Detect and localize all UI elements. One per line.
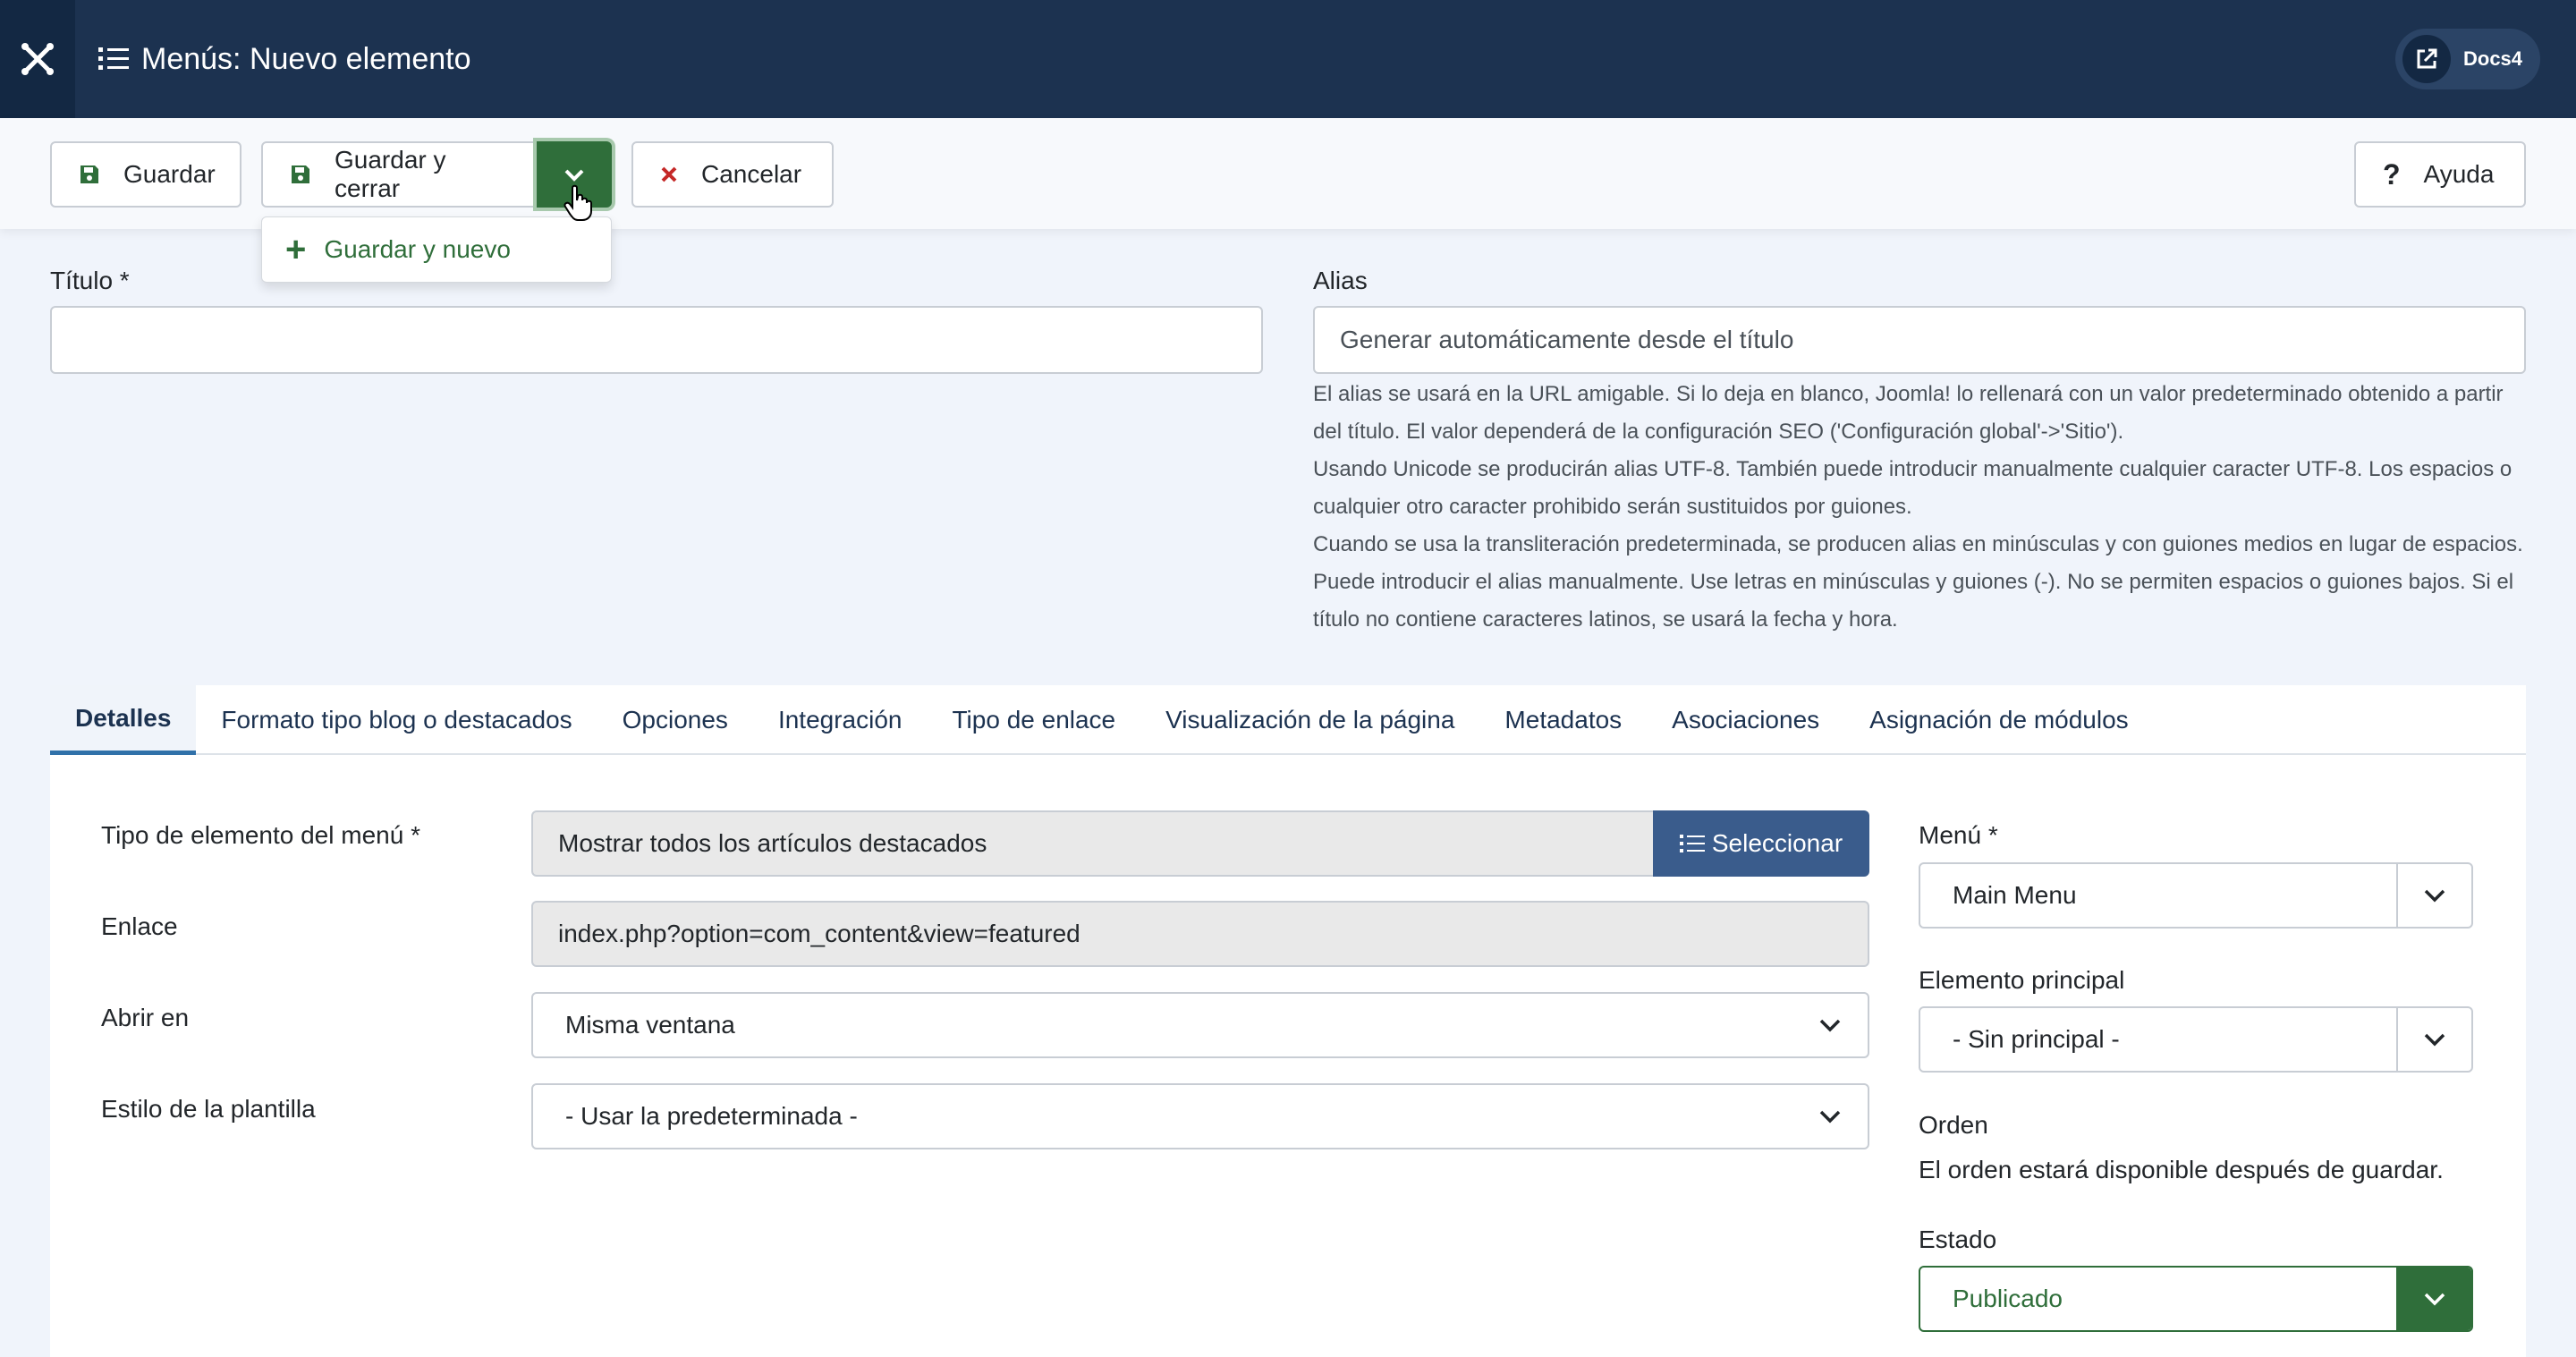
tab-options[interactable]: Opciones	[597, 685, 753, 755]
status-select[interactable]: Publicado	[1919, 1266, 2473, 1332]
status-label: Estado	[1919, 1226, 1997, 1253]
joomla-logo[interactable]	[0, 0, 75, 118]
list-icon	[98, 46, 129, 72]
alias-help-paragraph: El alias se usará en la URL amigable. Si…	[1313, 382, 2504, 444]
alias-help-paragraph: Usando Unicode se producirán alias UTF-8…	[1313, 457, 2512, 519]
save-icon	[79, 164, 100, 185]
select-type-button[interactable]: Seleccionar	[1653, 810, 1869, 877]
tab-link-type[interactable]: Tipo de enlace	[927, 685, 1140, 755]
site-link-button[interactable]: Docs4	[2395, 29, 2540, 89]
page-title: Menús: Nuevo elemento	[98, 0, 471, 118]
list-icon	[1679, 833, 1705, 854]
hand-cursor-icon	[564, 184, 592, 221]
tab-module-assignment[interactable]: Asignación de módulos	[1844, 685, 2154, 755]
alias-help-text: El alias se usará en la URL amigable. Si…	[1313, 376, 2529, 639]
template-style-value: - Usar la predeterminada -	[565, 1102, 858, 1130]
status-value: Publicado	[1953, 1285, 2063, 1312]
link-field: index.php?option=com_content&view=featur…	[531, 901, 1869, 967]
title-input[interactable]	[50, 306, 1263, 374]
tab-page-display[interactable]: Visualización de la página	[1140, 685, 1479, 755]
open-in-select[interactable]: Misma ventana	[531, 992, 1869, 1058]
order-label: Orden	[1919, 1111, 1988, 1139]
tab-details[interactable]: Detalles	[50, 685, 197, 755]
page-title-text: Menús: Nuevo elemento	[141, 41, 471, 76]
save-label: Guardar	[123, 160, 216, 188]
question-icon: ?	[2383, 157, 2401, 191]
chevron-down-icon	[2396, 864, 2471, 927]
help-button[interactable]: ? Ayuda	[2354, 141, 2526, 208]
toolbar: Guardar Guardar y cerrar Cancelar ? Ayud…	[0, 118, 2576, 229]
chevron-down-icon	[2396, 1008, 2471, 1071]
tab-associations[interactable]: Asociaciones	[1647, 685, 1844, 755]
close-icon	[660, 165, 678, 183]
plus-icon: +	[285, 230, 307, 269]
select-type-label: Seleccionar	[1711, 829, 1843, 857]
save-icon	[290, 164, 311, 185]
alias-label: Alias	[1313, 267, 1368, 294]
menu-select[interactable]: Main Menu	[1919, 862, 2473, 929]
chevron-down-icon	[1792, 994, 1868, 1056]
link-label: Enlace	[101, 912, 178, 940]
alias-help-paragraph: Cuando se usa la transliteración predete…	[1313, 532, 2523, 632]
cancel-button[interactable]: Cancelar	[631, 141, 834, 208]
parent-item-value: - Sin principal -	[1953, 1025, 2120, 1053]
order-text: El orden estará disponible después de gu…	[1919, 1156, 2444, 1183]
menu-item-type-field: Mostrar todos los artículos destacados	[531, 810, 1655, 877]
tab-bar: Detalles Formato tipo blog o destacados …	[50, 685, 2526, 755]
save-new-menu-item[interactable]: + Guardar y nuevo	[261, 216, 612, 283]
save-new-label: Guardar y nuevo	[324, 235, 511, 263]
alias-input[interactable]: Generar automáticamente desde el título	[1313, 306, 2526, 374]
cancel-label: Cancelar	[701, 160, 802, 188]
save-close-button[interactable]: Guardar y cerrar	[261, 141, 537, 208]
parent-item-label: Elemento principal	[1919, 966, 2125, 994]
chevron-down-icon	[2396, 1268, 2471, 1330]
site-name: Docs4	[2463, 47, 2523, 70]
open-in-label: Abrir en	[101, 1004, 190, 1031]
chevron-down-icon	[1792, 1085, 1868, 1148]
joomla-logo-icon	[21, 43, 54, 75]
template-style-select[interactable]: - Usar la predeterminada -	[531, 1083, 1869, 1149]
title-label: Título *	[50, 267, 130, 294]
external-link-icon	[2402, 35, 2451, 83]
tab-integration[interactable]: Integración	[753, 685, 928, 755]
save-button[interactable]: Guardar	[50, 141, 242, 208]
alias-placeholder: Generar automáticamente desde el título	[1340, 326, 1794, 353]
app-header: Menús: Nuevo elemento Docs4	[0, 0, 2576, 118]
menu-label: Menú *	[1919, 821, 1998, 849]
help-label: Ayuda	[2423, 160, 2495, 188]
menu-item-type-label: Tipo de elemento del menú *	[101, 821, 420, 849]
tab-blog-layout[interactable]: Formato tipo blog o destacados	[196, 685, 597, 755]
parent-item-select[interactable]: - Sin principal -	[1919, 1006, 2473, 1073]
template-style-label: Estilo de la plantilla	[101, 1095, 316, 1123]
save-close-label: Guardar y cerrar	[335, 146, 446, 202]
link-value: index.php?option=com_content&view=featur…	[558, 920, 1080, 947]
tab-metadata[interactable]: Metadatos	[1479, 685, 1647, 755]
open-in-value: Misma ventana	[565, 1011, 735, 1039]
menu-value: Main Menu	[1953, 881, 2077, 909]
menu-item-type-value: Mostrar todos los artículos destacados	[558, 829, 987, 857]
